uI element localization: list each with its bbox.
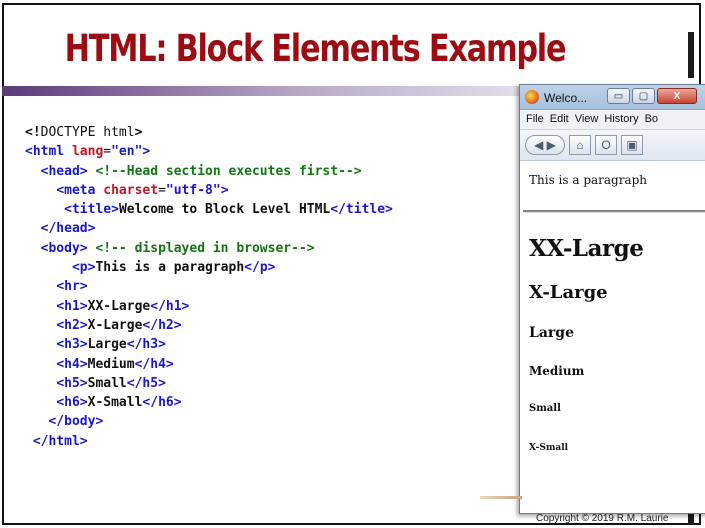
code-token: Welcome to Block Level HTML [118,202,331,218]
code-token: XX-Large [87,298,151,314]
code-token: X-Small [87,395,143,411]
decorative-line [480,496,522,499]
code-line-h5: <h5>Small</h5> [25,374,393,393]
code-line-p: <p>This is a paragraph</p> [25,258,393,277]
code-token: </p> [244,260,276,276]
restore-button[interactable]: ▢ [632,88,655,104]
code-line-h4: <h4>Medium</h4> [25,355,393,374]
reload-icon[interactable]: O [595,135,617,155]
code-token: > [134,125,143,140]
copyright-text: Copyright © 2019 R.M. Laurie [536,513,669,524]
code-token: charset [103,182,159,198]
menu-view[interactable]: View [575,110,599,129]
menu-bookmarks[interactable]: Bo [645,110,658,129]
code-line-html-close: </html> [25,432,393,451]
code-token: </body> [48,414,104,430]
code-token: </h5> [126,375,166,391]
menu-history[interactable]: History [604,110,638,129]
browser-titlebar[interactable]: Welco... ▭ ▢ X [520,85,705,110]
code-line-h1: <h1>XX-Large</h1> [25,297,393,316]
right-accent-bar [688,32,694,78]
code-token: DOCTYPE html [40,125,135,140]
code-token: lang [71,144,104,160]
code-token: <title> [64,202,119,218]
code-token: <h4> [56,356,88,372]
code-token: > [142,144,151,160]
code-token: <hr> [56,279,88,295]
rendered-h3: Large [529,325,574,341]
code-token: <h1> [56,298,88,314]
bookmark-icon[interactable]: ▣ [621,135,643,155]
code-token: This is a paragraph [95,260,245,276]
code-token: <h5> [56,375,88,391]
code-token: Small [87,375,127,391]
code-token: <html [25,144,72,160]
code-line-meta: <meta charset="utf-8"> [25,181,393,200]
rendered-h4: Medium [529,364,585,378]
code-line-title: <title>Welcome to Block Level HTML</titl… [25,200,393,219]
code-token: "utf-8" [165,182,221,198]
rendered-hr [523,210,705,213]
code-token: </h3> [126,337,166,353]
browser-tab-title[interactable]: Welco... [544,91,587,105]
menu-file[interactable]: File [526,110,544,129]
rendered-h5: Small [529,403,561,414]
rendered-paragraph: This is a paragraph [529,173,648,187]
code-line-h6: <h6>X-Small</h6> [25,393,393,412]
close-button[interactable]: X [657,88,697,104]
slide-title: HTML: Block Elements Example [64,27,567,70]
browser-navbar: ◀ ▶ ⌂ O ▣ [520,130,705,161]
browser-window: Welco... ▭ ▢ X File Edit View History Bo ◀ ▶… [519,84,705,514]
code-line-h3: <h3>Large</h3> [25,335,393,354]
code-line-hr: <hr> [25,277,393,296]
browser-content: This is a paragraph XX-Large X-Large Lar… [520,173,705,453]
code-token: = [158,182,166,198]
code-line-body-open: <body> <!-- displayed in browser--> [25,239,393,258]
minimize-button[interactable]: ▭ [607,88,630,104]
back-forward-button[interactable]: ◀ ▶ [525,135,565,155]
firefox-icon [525,90,539,104]
code-line-head-close: </head> [25,219,393,238]
code-comment: <!-- displayed in browser--> [87,240,315,256]
code-token: <head> [40,163,88,179]
code-token: Medium [87,356,135,372]
code-token: <h3> [56,337,88,353]
rendered-h2: X-Large [529,282,608,303]
code-token: </html> [32,433,88,449]
code-token: </h2> [142,317,182,333]
rendered-h1: XX-Large [529,235,644,262]
code-line-html-open: <html lang="en"> [25,142,393,161]
code-token: Large [87,337,127,353]
code-line-body-close: </body> [25,412,393,431]
code-token: <p> [71,260,96,276]
code-token: </title> [330,202,393,218]
code-token: <body> [40,240,88,256]
code-line-head-open: <head> <!--Head section executes first--… [25,162,393,181]
code-token: X-Large [87,317,143,333]
code-token: > [220,182,229,198]
code-token: "en" [111,144,143,160]
code-line-doctype: <!DOCTYPE html> [25,123,393,142]
code-token: </head> [40,221,96,237]
rendered-h6: X-Small [529,443,569,453]
code-line-h2: <h2>X-Large</h2> [25,316,393,335]
code-token: <h2> [56,317,88,333]
menu-edit[interactable]: Edit [550,110,569,129]
title-underline [2,86,542,96]
code-comment: <!--Head section executes first--> [87,163,362,179]
browser-menubar: File Edit View History Bo [520,110,705,130]
code-token: <h6> [56,395,88,411]
code-token: = [103,144,112,160]
code-token: </h1> [150,298,190,314]
code-token: <meta [56,182,104,198]
code-token: </h4> [134,356,174,372]
code-token: <! [25,125,41,140]
code-token: </h6> [142,395,182,411]
home-icon[interactable]: ⌂ [569,135,591,155]
code-listing: <!DOCTYPE html> <html lang="en"> <head> <… [25,123,393,451]
